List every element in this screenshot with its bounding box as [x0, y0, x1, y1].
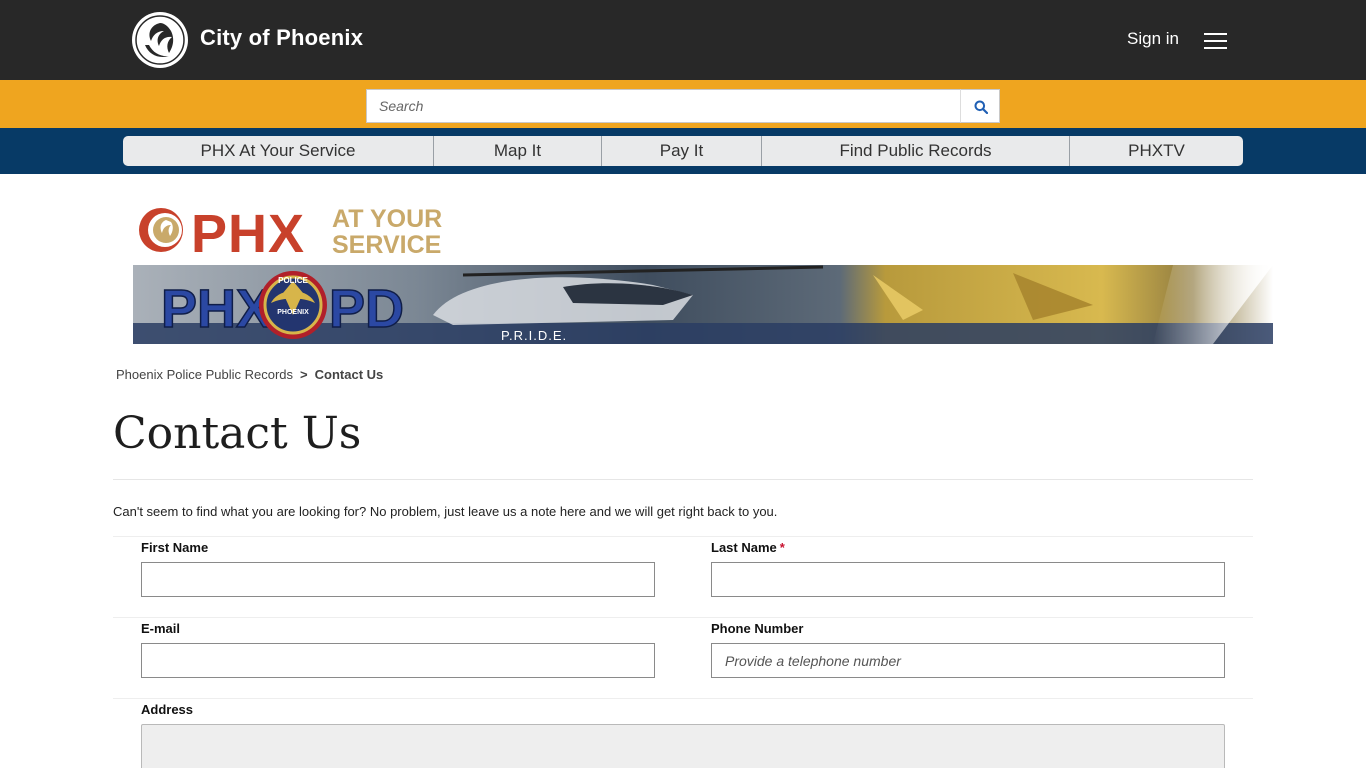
phone-number-field[interactable]	[711, 643, 1225, 678]
site-header: City of Phoenix Sign in	[0, 0, 1366, 80]
address-label: Address	[141, 702, 194, 717]
hamburger-menu-icon[interactable]	[1204, 33, 1227, 49]
phx-pd-banner: PHX PD POLICE PHOENIX P.R.I.D.E.	[133, 265, 1273, 344]
phx-logo-word: PHX	[191, 204, 305, 258]
search-input[interactable]	[366, 89, 961, 123]
nav-item-phxtv[interactable]: PHXTV	[1070, 136, 1243, 166]
nav-item-pay-it[interactable]: Pay It	[602, 136, 762, 166]
hamburger-line	[1204, 40, 1227, 42]
address-field[interactable]	[141, 724, 1225, 768]
breadcrumb-separator: >	[300, 367, 308, 382]
pd-banner-phx: PHX	[161, 279, 272, 339]
police-badge-icon: POLICE PHOENIX	[259, 271, 327, 339]
sign-in-link[interactable]: Sign in	[1127, 29, 1179, 49]
phoenix-logo-icon[interactable]	[131, 11, 189, 69]
breadcrumb-link-public-records[interactable]: Phoenix Police Public Records	[116, 367, 293, 382]
site-brand-name[interactable]: City of Phoenix	[200, 25, 363, 51]
breadcrumb: Phoenix Police Public Records > Contact Us	[116, 367, 383, 382]
title-divider	[113, 479, 1253, 480]
form-row-divider	[113, 536, 1253, 537]
phx-logo-tagline-1: AT YOUR	[332, 205, 442, 233]
badge-top-text: POLICE	[278, 276, 308, 285]
phx-at-your-service-logo: PHX AT YOUR SERVICE	[139, 204, 442, 258]
form-row-divider	[113, 698, 1253, 699]
email-label: E-mail	[141, 621, 181, 636]
hamburger-line	[1204, 33, 1227, 35]
required-marker: *	[779, 540, 785, 555]
nav-item-find-public-records[interactable]: Find Public Records	[762, 136, 1070, 166]
nav-item-phx-at-your-service[interactable]: PHX At Your Service	[123, 136, 434, 166]
phone-number-label: Phone Number	[711, 621, 804, 636]
intro-text: Can't seem to find what you are looking …	[113, 504, 778, 519]
main-nav: PHX At Your Service Map It Pay It Find P…	[123, 136, 1243, 166]
last-name-label-wrapper: Last Name *	[711, 540, 785, 555]
badge-bottom-text: PHOENIX	[277, 309, 309, 316]
breadcrumb-current: Contact Us	[314, 367, 384, 382]
search-band	[0, 80, 1366, 128]
form-row-divider	[113, 617, 1253, 618]
hamburger-line	[1204, 47, 1227, 49]
search-button[interactable]	[960, 89, 1000, 123]
pride-motto: P.R.I.D.E.	[501, 328, 567, 343]
nav-item-map-it[interactable]: Map It	[434, 136, 602, 166]
email-field[interactable]	[141, 643, 655, 678]
last-name-field[interactable]	[711, 562, 1225, 597]
page-title: Contact Us	[113, 408, 362, 459]
main-nav-band: PHX At Your Service Map It Pay It Find P…	[0, 128, 1366, 174]
phx-logo-tagline-2: SERVICE	[332, 231, 441, 258]
last-name-label: Last Name	[711, 540, 777, 555]
first-name-field[interactable]	[141, 562, 655, 597]
pd-banner-pd: PD	[329, 279, 404, 339]
first-name-label: First Name	[141, 540, 209, 555]
search-icon	[974, 100, 988, 114]
